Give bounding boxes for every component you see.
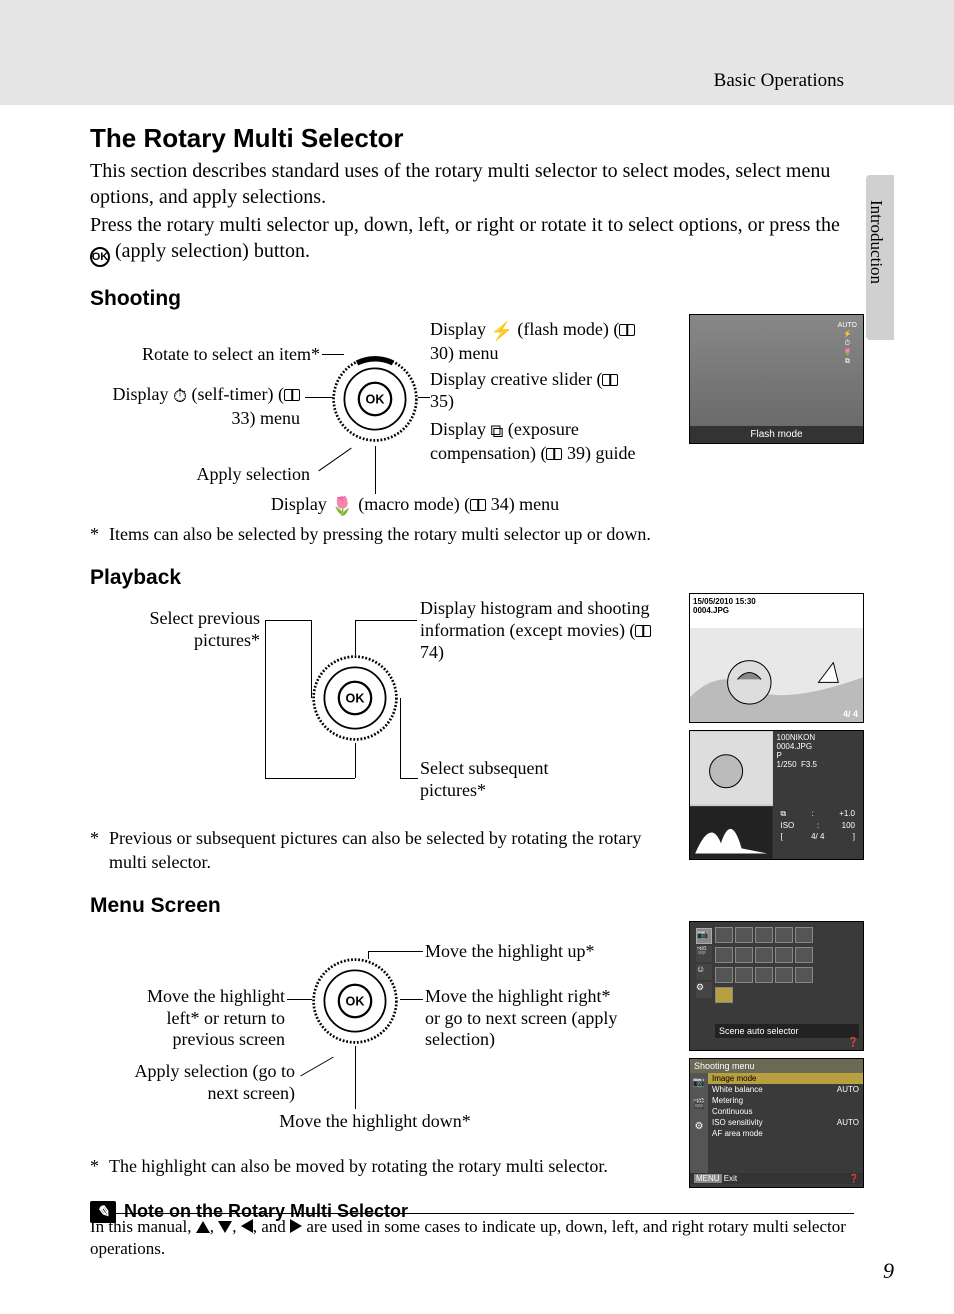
screen-label: Flash mode <box>690 426 863 443</box>
callout-macro: Display 🌷 (macro mode) ( 34) menu <box>200 494 630 518</box>
callout-exposure: Display ⧉ (exposure compensation) ( 39) … <box>430 419 660 464</box>
section-label: Basic Operations <box>714 70 844 92</box>
callout-selftimer: Display ⏱ (self-timer) ( 33) menu <box>100 384 300 429</box>
callout-next: Select subsequent pictures* <box>420 758 600 801</box>
shooting-screen: AUTO⚡⏱🌷⧉ Flash mode <box>689 314 864 444</box>
down-arrow-icon <box>218 1221 232 1233</box>
callout-prev: Select previous pictures* <box>110 608 260 651</box>
callout-apply: Apply selection (go to next screen) <box>120 1061 295 1104</box>
callout-flash: Display ⚡ (flash mode) ( 30) menu <box>430 319 660 364</box>
callout-creative: Display creative slider ( 35) <box>430 369 630 412</box>
playback-footnote: *Previous or subsequent pictures can als… <box>90 827 650 874</box>
rotary-dial-icon: OK <box>310 653 400 743</box>
playback-screen-2: 100NIKON 0004.JPG P 1/250 F3.5 ⧉:+1.0 IS… <box>689 730 864 860</box>
self-timer-icon: ⏱ <box>173 386 187 408</box>
side-tab-label: Introduction <box>866 200 886 284</box>
menu-screen-1: 📷 🎬 ☺ ⚙ Scene auto selector ❓ <box>689 921 864 1051</box>
macro-icon: 🌷 <box>331 496 353 518</box>
intro-2a: Press the rotary multi selector up, down… <box>90 214 840 236</box>
flash-icon: ⚡ <box>491 321 513 343</box>
intro-1: This section describes standard uses of … <box>90 158 854 210</box>
menu-heading: Menu Screen <box>90 894 854 918</box>
playback-heading: Playback <box>90 566 854 590</box>
right-arrow-icon <box>290 1219 302 1233</box>
shooting-diagram: OK Rotate to select an item* Display ⏱ (… <box>90 319 854 519</box>
intro-2b: (apply selection) button. <box>110 240 310 262</box>
shooting-footnote: *Items can also be selected by pressing … <box>90 523 854 546</box>
menu-diagram: OK Move the highlight up* Move the highl… <box>90 926 854 1151</box>
playback-diagram: OK Select previous pictures* Display his… <box>90 598 854 823</box>
up-arrow-icon <box>196 1221 210 1233</box>
intro-2: Press the rotary multi selector up, down… <box>90 212 854 267</box>
book-icon <box>546 448 562 460</box>
left-arrow-icon <box>241 1219 253 1233</box>
svg-text:OK: OK <box>346 995 365 1009</box>
callout-up: Move the highlight up* <box>425 941 645 963</box>
callout-rotate: Rotate to select an item* <box>90 344 320 366</box>
ok-icon: OK <box>90 247 110 267</box>
callout-right: Move the highlight right* or go to next … <box>425 986 625 1051</box>
svg-text:OK: OK <box>366 393 385 407</box>
callout-apply: Apply selection <box>150 464 310 486</box>
book-icon <box>619 324 635 336</box>
shooting-heading: Shooting <box>90 287 854 311</box>
rotary-dial-icon: OK <box>310 956 400 1046</box>
callout-histogram: Display histogram and shooting informati… <box>420 598 660 663</box>
book-icon <box>602 374 618 386</box>
page-number: 9 <box>883 1258 894 1284</box>
note-box: ✎ Note on the Rotary Multi Selector In t… <box>90 1201 854 1260</box>
note-body: In this manual, , , , and are used in so… <box>90 1216 854 1260</box>
svg-text:OK: OK <box>346 692 365 706</box>
page-title: The Rotary Multi Selector <box>90 123 854 154</box>
book-icon <box>635 625 651 637</box>
header-band: Basic Operations <box>0 0 954 105</box>
callout-left: Move the highlight left* or return to pr… <box>110 986 285 1051</box>
menu-screen-2: Shooting menu 📷🎬⚙ Image mode White balan… <box>689 1058 864 1188</box>
book-icon <box>470 499 486 511</box>
playback-screen-1: 15/05/2010 15:300004.JPG 4/ 4 <box>689 593 864 723</box>
callout-down: Move the highlight down* <box>245 1111 505 1133</box>
book-icon <box>284 389 300 401</box>
exposure-icon: ⧉ <box>491 421 504 443</box>
rotary-dial-icon: OK <box>330 354 420 444</box>
